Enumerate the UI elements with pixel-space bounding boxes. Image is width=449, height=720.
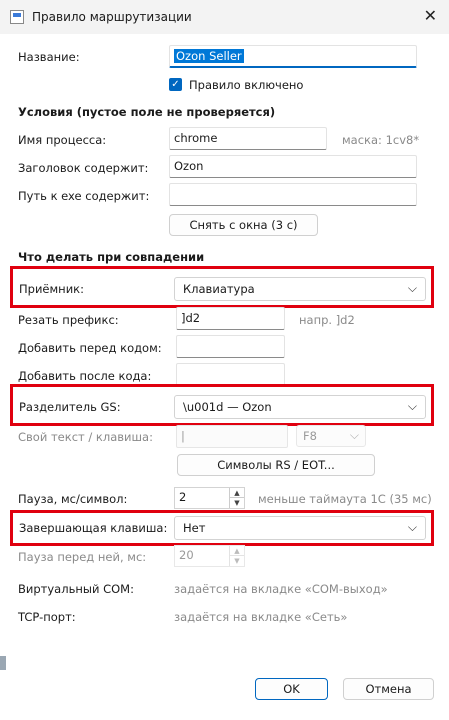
tcp-value: задаётся на вкладке «Сеть»: [174, 610, 348, 624]
prefix-input[interactable]: ]d2: [176, 307, 285, 330]
prefix-hint: напр. ]d2: [299, 313, 355, 327]
after-label: Добавить после кода:: [18, 369, 152, 383]
pause-spinner[interactable]: 2 ▲ ▼: [174, 487, 245, 509]
pause-hint: меньше таймаута 1С (35 мс): [258, 492, 432, 506]
pause-label: Пауза, мс/символ:: [18, 492, 128, 506]
side-tab-icon: [0, 656, 6, 670]
enabled-label[interactable]: Правило включено: [189, 78, 303, 92]
gs-select[interactable]: \u001d — Ozon ⌵: [174, 395, 426, 419]
rs-eot-button[interactable]: Символы RS / EOT...: [177, 454, 375, 476]
arrow-down-icon[interactable]: ▼: [229, 497, 244, 508]
process-label: Имя процесса:: [18, 133, 107, 147]
chevron-down-icon: ⌵: [407, 281, 417, 295]
capture-button[interactable]: Снять с окна (3 с): [169, 214, 318, 236]
custom-key-value: F8: [303, 429, 317, 443]
window-title: Правило маршрутизации: [32, 10, 192, 24]
pause-value: 2: [179, 490, 187, 504]
name-input[interactable]: Ozon Seller: [169, 45, 417, 68]
pause-before-label: Пауза перед ней, мс:: [18, 550, 147, 564]
before-label: Добавить перед кодом:: [18, 341, 162, 355]
ok-button[interactable]: OK: [255, 678, 328, 700]
exe-label: Путь к exe содержит:: [18, 189, 150, 203]
final-key-select[interactable]: Нет ⌵: [174, 516, 426, 540]
cancel-button[interactable]: Отмена: [343, 678, 434, 700]
custom-input[interactable]: |: [176, 425, 288, 448]
gs-value: \u001d — Ozon: [183, 400, 272, 414]
before-input[interactable]: [176, 335, 285, 358]
custom-label: Свой текст / клавиша:: [18, 430, 153, 444]
com-value: задаётся на вкладке «COM-выход»: [174, 582, 388, 596]
title-label: Заголовок содержит:: [18, 161, 149, 175]
process-mask-hint: маска: 1cv8*: [342, 133, 420, 147]
name-label: Название:: [18, 50, 80, 64]
chevron-down-icon: ⌵: [407, 520, 417, 534]
after-input[interactable]: [176, 363, 285, 386]
pause-before-value: 20: [179, 548, 194, 562]
actions-header: Что делать при совпадении: [18, 250, 205, 264]
title-bar: Правило маршрутизации ✕: [0, 0, 449, 34]
prefix-label: Резать префикс:: [18, 313, 119, 327]
close-icon[interactable]: ✕: [424, 6, 437, 25]
process-input[interactable]: chrome: [169, 127, 327, 150]
custom-key-select[interactable]: F8 ⌵: [296, 425, 366, 447]
com-label: Виртуальный COM:: [18, 582, 134, 596]
final-key-label: Завершающая клавиша:: [19, 521, 168, 535]
enabled-checkbox[interactable]: ✓: [169, 78, 182, 91]
receiver-label: Приёмник:: [19, 282, 84, 296]
chevron-down-icon: ⌵: [407, 399, 417, 413]
gs-label: Разделитель GS:: [19, 400, 121, 414]
receiver-select[interactable]: Клавиатура ⌵: [174, 277, 426, 301]
final-key-value: Нет: [183, 521, 206, 535]
name-value: Ozon Seller: [174, 49, 244, 63]
title-input[interactable]: Ozon: [169, 155, 417, 178]
exe-input[interactable]: [169, 183, 417, 206]
tcp-label: TCP-порт:: [18, 610, 76, 624]
app-icon: [10, 10, 24, 24]
chevron-down-icon: ⌵: [349, 428, 359, 442]
pause-before-spinner[interactable]: 20 ▲ ▼: [174, 545, 245, 567]
conditions-header: Условия (пустое поле не проверяется): [18, 105, 276, 119]
arrow-down-icon[interactable]: ▼: [229, 555, 244, 566]
receiver-value: Клавиатура: [183, 282, 255, 296]
